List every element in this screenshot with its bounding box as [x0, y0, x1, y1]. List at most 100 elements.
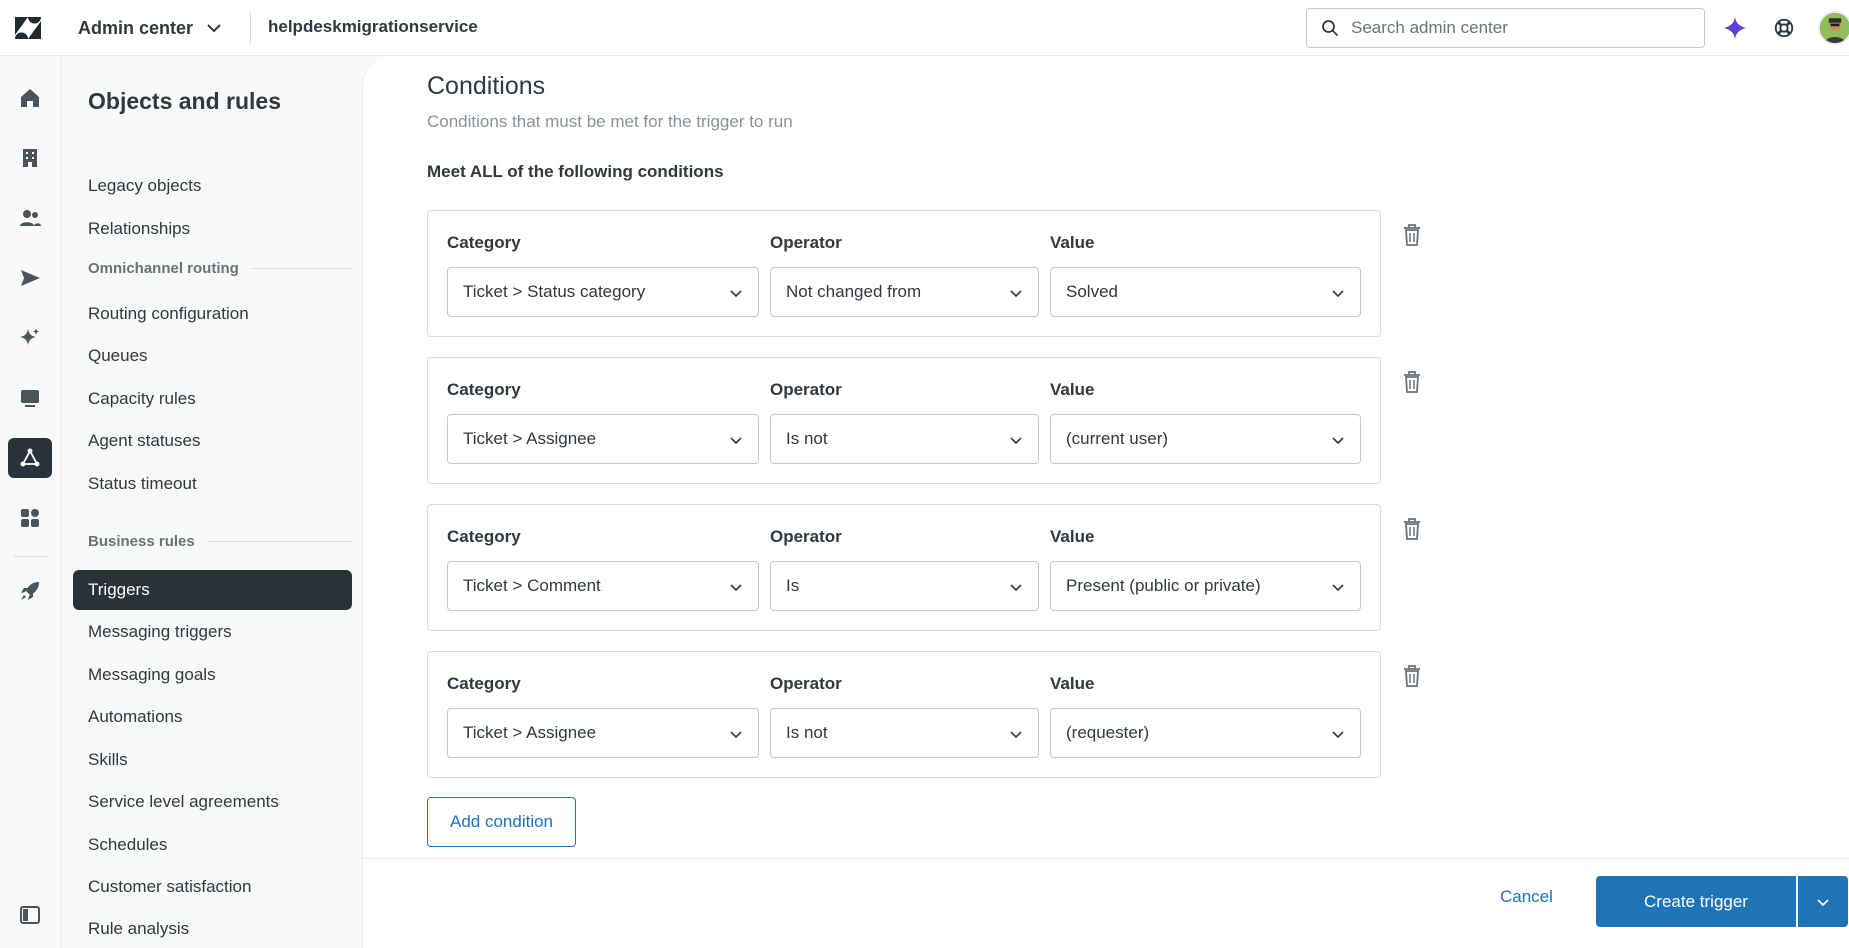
category-value: Ticket > Assignee: [463, 723, 597, 742]
nav-item-agent-statuses[interactable]: Agent statuses: [73, 421, 352, 461]
chevron-down-icon: [1332, 731, 1344, 739]
value-select[interactable]: (current user): [1050, 414, 1361, 464]
apps-integrations-icon[interactable]: [8, 498, 52, 538]
chevron-down-icon: [730, 584, 742, 592]
trash-icon[interactable]: [1402, 370, 1422, 394]
nav-item-customer-satisfaction[interactable]: Customer satisfaction: [73, 867, 352, 907]
condition-row: Category Operator Value Ticket > Assigne…: [427, 357, 1381, 484]
home-icon[interactable]: [8, 78, 52, 118]
operator-label: Operator: [770, 233, 842, 252]
conditions-title: Conditions: [427, 72, 546, 100]
workspaces-icon[interactable]: [8, 378, 52, 418]
ai-sparkle-icon[interactable]: [1723, 16, 1747, 40]
trash-icon[interactable]: [1402, 664, 1422, 688]
chevron-down-icon: [1332, 437, 1344, 445]
value-label: Value: [1050, 674, 1095, 693]
operator-value: Is: [786, 576, 800, 595]
subdomain-label: helpdeskmigrationservice: [268, 17, 478, 36]
nav-item-capacity-rules[interactable]: Capacity rules: [73, 379, 352, 419]
chevron-down-icon: [1010, 584, 1022, 592]
nav-item-schedules[interactable]: Schedules: [73, 825, 352, 865]
header-divider: [250, 12, 251, 44]
zendesk-logo-icon[interactable]: [14, 15, 42, 41]
nav-item-service-level-agreements[interactable]: Service level agreements: [73, 782, 352, 822]
search-input[interactable]: [1351, 18, 1691, 38]
cancel-button[interactable]: Cancel: [1500, 887, 1553, 907]
category-value: Ticket > Status category: [463, 282, 646, 301]
user-avatar[interactable]: [1818, 11, 1849, 45]
nav-section-label: Business rules: [88, 533, 195, 550]
condition-row: Category Operator Value Ticket > Comment…: [427, 504, 1381, 631]
product-rail: [0, 56, 62, 948]
building-icon[interactable]: [8, 138, 52, 178]
create-options-button[interactable]: [1798, 876, 1848, 927]
nav-item-messaging-goals[interactable]: Messaging goals: [73, 655, 352, 695]
chevron-down-icon: [1010, 290, 1022, 298]
category-select[interactable]: Ticket > Assignee: [447, 414, 759, 464]
meet-all-label: Meet ALL of the following conditions: [427, 162, 724, 181]
add-condition-button[interactable]: Add condition: [427, 797, 576, 847]
value-value: (requester): [1066, 723, 1150, 742]
nav-section-label: Omnichannel routing: [88, 260, 239, 277]
help-lifebuoy-icon[interactable]: [1772, 16, 1796, 40]
operator-label: Operator: [770, 380, 842, 399]
action-footer: Cancel Create trigger: [362, 858, 1849, 948]
operator-select[interactable]: Is not: [770, 414, 1039, 464]
category-select[interactable]: Ticket > Comment: [447, 561, 759, 611]
chevron-down-icon: [207, 24, 221, 33]
secondary-nav: Objects and rules Legacy objects Relatio…: [62, 56, 362, 948]
conditions-description: Conditions that must be met for the trig…: [427, 112, 793, 131]
nav-item-rule-analysis[interactable]: Rule analysis: [73, 909, 352, 948]
chevron-down-icon: [730, 731, 742, 739]
rocket-icon[interactable]: [8, 571, 52, 611]
category-select[interactable]: Ticket > Status category: [447, 267, 759, 317]
objects-rules-icon[interactable]: [8, 438, 52, 478]
value-value: (current user): [1066, 429, 1169, 448]
operator-select[interactable]: Is: [770, 561, 1039, 611]
search-icon: [1322, 20, 1339, 37]
value-value: Present (public or private): [1066, 576, 1261, 595]
chevron-down-icon: [1332, 290, 1344, 298]
nav-item-triggers[interactable]: Triggers: [73, 570, 352, 610]
main-content: Conditions Conditions that must be met f…: [362, 56, 1849, 858]
condition-row: Category Operator Value Ticket > Status …: [427, 210, 1381, 337]
top-header: Admin center helpdeskmigrationservice: [0, 0, 1849, 56]
operator-select[interactable]: Not changed from: [770, 267, 1039, 317]
product-switcher[interactable]: Admin center: [78, 14, 225, 42]
people-icon[interactable]: [8, 198, 52, 238]
operator-label: Operator: [770, 674, 842, 693]
category-select[interactable]: Ticket > Assignee: [447, 708, 759, 758]
nav-item-skills[interactable]: Skills: [73, 740, 352, 780]
panel-toggle-icon[interactable]: [8, 895, 52, 935]
trash-icon[interactable]: [1402, 517, 1422, 541]
operator-value: Is not: [786, 723, 828, 742]
channels-send-icon[interactable]: [8, 258, 52, 298]
category-label: Category: [447, 233, 521, 252]
operator-value: Not changed from: [786, 282, 922, 301]
chevron-down-icon: [1817, 898, 1829, 906]
nav-item-messaging-triggers[interactable]: Messaging triggers: [73, 612, 352, 652]
value-label: Value: [1050, 380, 1095, 399]
operator-select[interactable]: Is not: [770, 708, 1039, 758]
nav-section-business-rules: Business rules: [88, 533, 352, 550]
ai-sparkle-icon[interactable]: [8, 318, 52, 358]
category-value: Ticket > Comment: [463, 576, 601, 595]
nav-item-routing-configuration[interactable]: Routing configuration: [73, 294, 352, 334]
nav-item-legacy-objects[interactable]: Legacy objects: [73, 166, 352, 206]
operator-value: Is not: [786, 429, 828, 448]
nav-item-status-timeout[interactable]: Status timeout: [73, 464, 352, 504]
nav-item-automations[interactable]: Automations: [73, 697, 352, 737]
trash-icon[interactable]: [1402, 223, 1422, 247]
category-label: Category: [447, 380, 521, 399]
value-select[interactable]: Present (public or private): [1050, 561, 1361, 611]
category-label: Category: [447, 527, 521, 546]
nav-item-queues[interactable]: Queues: [73, 336, 352, 376]
value-label: Value: [1050, 527, 1095, 546]
value-select[interactable]: Solved: [1050, 267, 1361, 317]
value-select[interactable]: (requester): [1050, 708, 1361, 758]
chevron-down-icon: [730, 290, 742, 298]
value-value: Solved: [1066, 282, 1118, 301]
create-trigger-button[interactable]: Create trigger: [1596, 876, 1796, 927]
search-box[interactable]: [1306, 8, 1705, 48]
nav-item-relationships[interactable]: Relationships: [73, 209, 352, 249]
